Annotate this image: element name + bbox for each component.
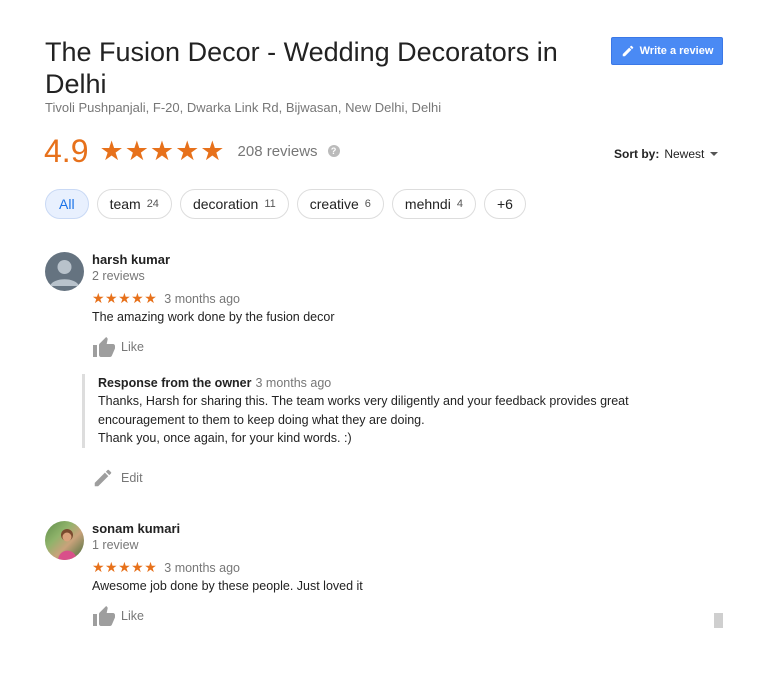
review-author[interactable]: sonam kumari bbox=[92, 521, 180, 536]
like-button[interactable]: Like bbox=[92, 336, 144, 358]
sort-dropdown[interactable]: Sort by: Newest bbox=[614, 147, 719, 161]
chip-label: All bbox=[59, 196, 75, 212]
write-review-button[interactable]: Write a review bbox=[611, 37, 723, 65]
owner-response: Response from the owner 3 months ago Than… bbox=[82, 374, 678, 448]
avatar[interactable] bbox=[45, 521, 84, 560]
chip-count: 24 bbox=[146, 198, 159, 210]
chip-count: 6 bbox=[364, 198, 371, 210]
review-rating: ★★★★★ 3 months ago bbox=[92, 290, 240, 307]
write-review-label: Write a review bbox=[639, 45, 714, 57]
chip-team[interactable]: team 24 bbox=[96, 189, 172, 219]
chip-label: decoration bbox=[192, 196, 259, 212]
chip-creative[interactable]: creative 6 bbox=[296, 189, 384, 219]
review-item: harsh kumar 2 reviews ★★★★★ 3 months ago… bbox=[45, 252, 735, 497]
chip-label: mehndi bbox=[404, 196, 451, 212]
person-icon bbox=[50, 260, 79, 286]
owner-response-line: Thanks, Harsh for sharing this. The team… bbox=[98, 394, 629, 408]
like-label: Like bbox=[121, 340, 144, 354]
owner-response-time: 3 months ago bbox=[255, 376, 332, 390]
thumbs-up-icon bbox=[93, 337, 115, 357]
review-count[interactable]: 208 reviews bbox=[238, 143, 318, 160]
help-icon[interactable]: ? bbox=[327, 145, 340, 157]
edit-label: Edit bbox=[121, 471, 143, 485]
author-review-count: 2 reviews bbox=[92, 269, 145, 283]
chip-count: 4 bbox=[456, 198, 463, 210]
review-stars: ★★★★★ bbox=[92, 290, 158, 306]
page-title: The Fusion Decor - Wedding Decorators in… bbox=[45, 37, 558, 99]
place-address: Tivoli Pushpanjali, F-20, Dwarka Link Rd… bbox=[45, 100, 442, 115]
chip-count: 11 bbox=[264, 198, 276, 210]
chevron-down-icon bbox=[710, 152, 719, 156]
review-stars: ★★★★★ bbox=[92, 559, 158, 575]
sort-label: Sort by: bbox=[614, 147, 660, 161]
rating-value: 4.9 bbox=[44, 132, 89, 169]
scrollbar-thumb[interactable] bbox=[714, 613, 723, 628]
edit-response-button[interactable]: Edit bbox=[92, 467, 143, 489]
pencil-icon bbox=[94, 469, 112, 487]
chip-more[interactable]: +6 bbox=[483, 189, 526, 219]
review-topic-chips: All team 24 decoration 11 creative 6 mehndi… bbox=[45, 189, 526, 219]
rating-summary: 4.9 ★★★★★ 208 reviews ? bbox=[44, 131, 340, 171]
chip-all[interactable]: All bbox=[45, 189, 89, 219]
owner-response-line: Thank you, once again, for your kind wor… bbox=[98, 431, 352, 445]
review-text: The amazing work done by the fusion deco… bbox=[92, 310, 335, 324]
review-time: 3 months ago bbox=[164, 560, 241, 575]
author-review-count: 1 review bbox=[92, 538, 139, 552]
owner-response-line: encouragement to them to keep doing what… bbox=[98, 412, 425, 427]
like-label: Like bbox=[121, 609, 144, 623]
owner-response-label: Response from the owner bbox=[98, 376, 252, 390]
review-item: sonam kumari 1 review ★★★★★ 3 months ago… bbox=[45, 521, 735, 641]
avatar[interactable] bbox=[45, 252, 84, 291]
chip-label: +6 bbox=[496, 196, 513, 212]
profile-photo-icon bbox=[58, 529, 77, 560]
chip-label: creative bbox=[309, 196, 359, 212]
thumbs-up-icon bbox=[93, 606, 115, 626]
like-button[interactable]: Like bbox=[92, 605, 144, 627]
review-time: 3 months ago bbox=[164, 291, 241, 306]
chip-label: team bbox=[109, 196, 141, 212]
review-rating: ★★★★★ 3 months ago bbox=[92, 559, 240, 576]
rating-stars: ★★★★★ bbox=[99, 135, 226, 166]
chip-decoration[interactable]: decoration 11 bbox=[179, 189, 289, 219]
review-text: Awesome job done by these people. Just l… bbox=[92, 579, 363, 593]
pencil-icon bbox=[622, 45, 633, 57]
review-author[interactable]: harsh kumar bbox=[92, 252, 170, 267]
chip-mehndi[interactable]: mehndi 4 bbox=[391, 189, 476, 219]
sort-value: Newest bbox=[664, 147, 705, 161]
